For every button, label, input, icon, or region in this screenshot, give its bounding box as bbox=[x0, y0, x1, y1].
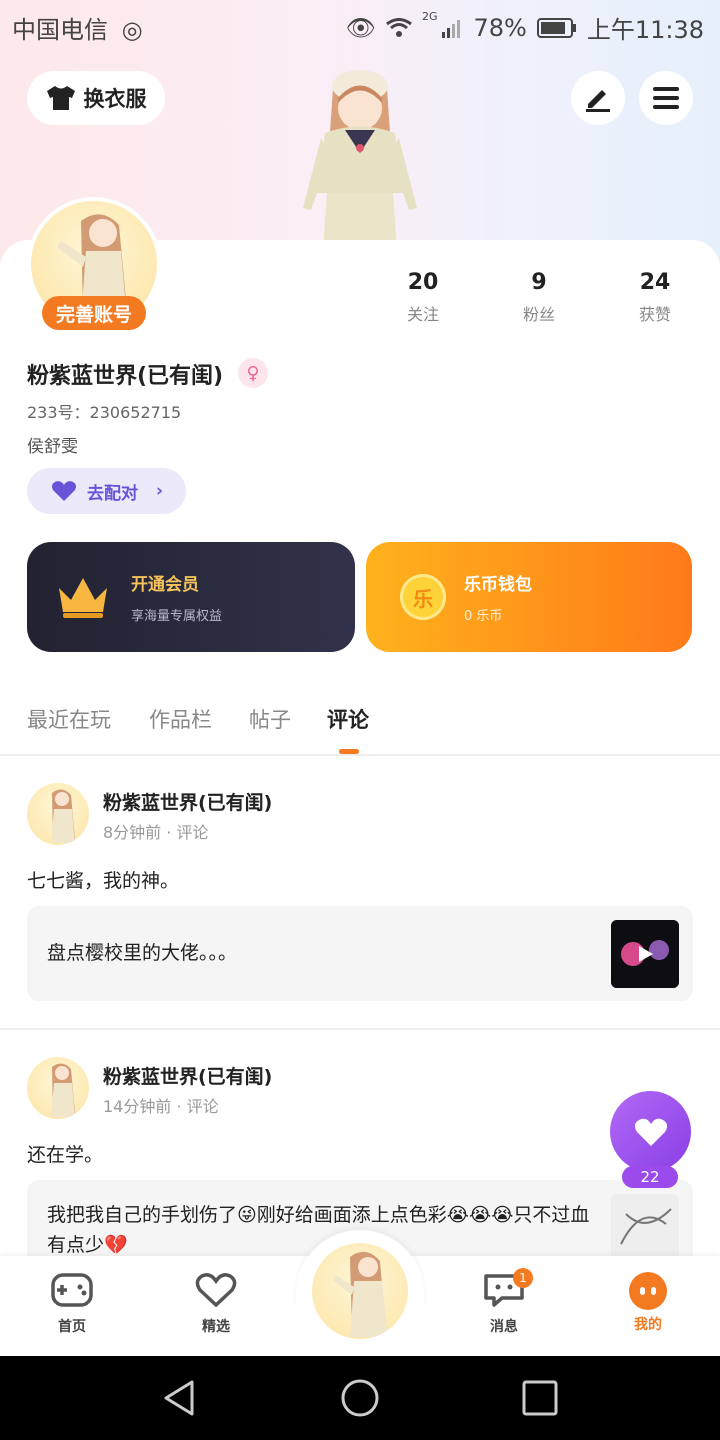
nav-featured[interactable]: 精选 bbox=[171, 1272, 261, 1336]
wallet-title: 乐币钱包 bbox=[464, 575, 532, 595]
status-left: 中国电信 ◎ bbox=[12, 10, 143, 45]
nav-me[interactable]: 我的 bbox=[603, 1272, 693, 1334]
nav-featured-label: 精选 bbox=[202, 1319, 230, 1335]
center-avatar-figure bbox=[333, 1251, 388, 1337]
likes-label: 获赞 bbox=[638, 305, 671, 324]
female-gender-icon: ♀ bbox=[238, 358, 268, 388]
post-avatar-figure bbox=[51, 789, 75, 843]
battery-icon bbox=[536, 17, 576, 38]
home-icon[interactable] bbox=[340, 1378, 380, 1418]
change-outfit-label: 换衣服 bbox=[83, 87, 147, 111]
profile-username: 粉紫蓝世界(已有闺) bbox=[27, 364, 224, 389]
complete-account-badge[interactable]: 完善账号 bbox=[42, 296, 146, 330]
following-count: 20 bbox=[407, 270, 439, 295]
crown-icon bbox=[59, 578, 107, 618]
network-label: 2G bbox=[421, 10, 438, 23]
nfc-icon: ◎ bbox=[121, 16, 143, 44]
fans-label: 粉丝 bbox=[522, 305, 555, 324]
coin-wallet-card[interactable]: 乐 乐币钱包 0 乐币 bbox=[366, 542, 692, 652]
profile-signature: 侯舒雯 bbox=[27, 437, 78, 457]
recent-apps-icon[interactable] bbox=[520, 1378, 560, 1418]
status-right: 👁 2G 78% 上午11:38 bbox=[345, 10, 704, 45]
back-icon[interactable] bbox=[160, 1378, 200, 1418]
post-meta: 14分钟前 · 评论 bbox=[103, 1097, 219, 1116]
post-author-name[interactable]: 粉紫蓝世界(已有闺) bbox=[103, 788, 272, 815]
chevron-right-icon: › bbox=[156, 481, 164, 501]
post-comment-text: 七七酱，我的神。 bbox=[27, 870, 180, 892]
pair-button[interactable]: 去配对 › bbox=[27, 468, 186, 514]
tab-posts[interactable]: 帖子 bbox=[249, 704, 291, 734]
heart-icon bbox=[52, 481, 76, 501]
profile-tabs: 最近在玩 作品栏 帖子 评论 bbox=[27, 704, 707, 744]
battery-percent: 78% bbox=[473, 13, 527, 42]
tab-comments[interactable]: 评论 bbox=[327, 704, 369, 734]
quoted-post-thumbnail bbox=[611, 920, 679, 988]
wallet-text: 乐币钱包 0 乐币 bbox=[464, 570, 532, 624]
clock: 上午11:38 bbox=[586, 16, 704, 44]
tab-works[interactable]: 作品栏 bbox=[149, 704, 212, 734]
wifi-icon bbox=[386, 17, 412, 37]
quoted-post-title: 盘点樱校里的大佬。。。 bbox=[47, 942, 238, 964]
post-meta: 8分钟前 · 评论 bbox=[103, 823, 209, 842]
gamepad-icon bbox=[51, 1273, 93, 1307]
coin-icon: 乐 bbox=[400, 574, 446, 620]
fans-count: 9 bbox=[531, 270, 547, 295]
nav-home-label: 首页 bbox=[58, 1319, 86, 1335]
pair-label: 去配对 bbox=[87, 483, 138, 504]
status-bar: 中国电信 ◎ 👁 2G 78% 上午11:38 bbox=[0, 0, 720, 50]
vip-title: 开通会员 bbox=[131, 575, 199, 595]
eye-icon: 👁 bbox=[345, 13, 376, 42]
carrier-label: 中国电信 bbox=[12, 16, 108, 44]
like-button[interactable] bbox=[610, 1091, 691, 1172]
stat-fans[interactable]: 9 粉丝 bbox=[499, 270, 579, 325]
tabs-divider bbox=[0, 754, 720, 756]
quoted-post-thumbnail bbox=[611, 1194, 679, 1262]
wallet-balance: 0 乐币 bbox=[464, 609, 503, 624]
stat-following[interactable]: 20 关注 bbox=[383, 270, 463, 325]
tab-recently-played[interactable]: 最近在玩 bbox=[27, 704, 111, 734]
quoted-post[interactable]: 盘点樱校里的大佬。。。 bbox=[27, 906, 693, 1001]
nav-me-label: 我的 bbox=[634, 1317, 662, 1333]
messages-badge: 1 bbox=[513, 1268, 533, 1288]
like-count: 22 bbox=[622, 1166, 678, 1188]
avatar-character-figure[interactable] bbox=[285, 58, 435, 248]
profile-id[interactable]: 233号：230652715 bbox=[27, 399, 181, 423]
sketch-thumbnail-graphic bbox=[611, 1194, 679, 1262]
post-comment-text: 还在学。 bbox=[27, 1144, 104, 1166]
nav-center-avatar[interactable] bbox=[312, 1243, 408, 1339]
heart-outline-icon bbox=[195, 1273, 237, 1308]
menu-icon bbox=[653, 87, 679, 109]
post-author-avatar[interactable] bbox=[27, 783, 89, 845]
change-outfit-button[interactable]: 换衣服 bbox=[27, 71, 165, 125]
system-navigation-bar bbox=[0, 1356, 720, 1440]
shirt-icon bbox=[46, 86, 75, 110]
menu-button[interactable] bbox=[639, 71, 693, 125]
heart-icon bbox=[634, 1118, 667, 1146]
post-avatar-figure bbox=[51, 1063, 75, 1117]
post-author-avatar[interactable] bbox=[27, 1057, 89, 1119]
vip-text: 开通会员 享海量专属权益 bbox=[131, 570, 222, 624]
vip-subtitle: 享海量专属权益 bbox=[131, 609, 223, 624]
stat-likes[interactable]: 24 获赞 bbox=[615, 270, 695, 325]
vip-membership-card[interactable]: 开通会员 享海量专属权益 bbox=[27, 542, 355, 652]
post-divider bbox=[0, 1028, 720, 1030]
me-icon bbox=[629, 1272, 667, 1310]
post-author-name[interactable]: 粉紫蓝世界(已有闺) bbox=[103, 1062, 272, 1089]
nav-messages[interactable]: 消息 1 bbox=[459, 1268, 549, 1336]
nav-messages-label: 消息 bbox=[490, 1319, 518, 1335]
pencil-icon bbox=[586, 90, 610, 112]
edit-profile-button[interactable] bbox=[571, 71, 625, 125]
following-label: 关注 bbox=[406, 305, 439, 324]
nav-home[interactable]: 首页 bbox=[27, 1272, 117, 1336]
video-thumbnail-graphic bbox=[611, 920, 679, 988]
likes-count: 24 bbox=[639, 270, 671, 295]
signal-icon bbox=[442, 19, 461, 38]
